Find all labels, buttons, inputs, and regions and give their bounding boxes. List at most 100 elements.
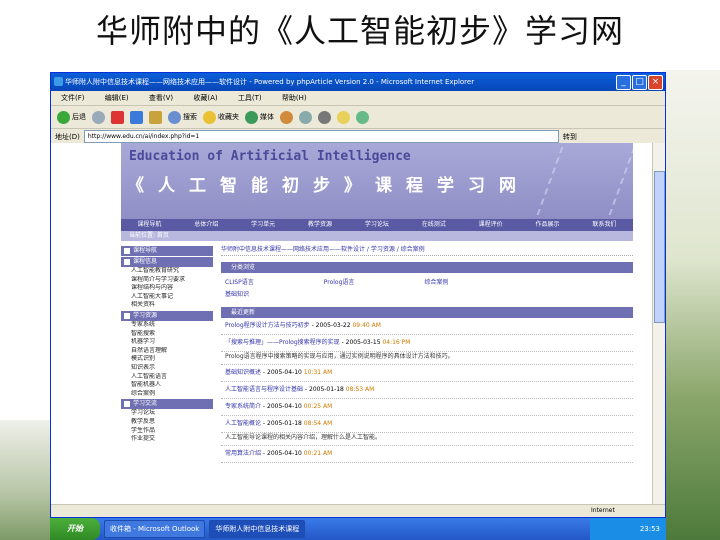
update-time: 00:25 AM: [303, 403, 333, 410]
site-banner: Education of Artificial Intelligence 《人工…: [121, 143, 633, 219]
maximize-icon[interactable]: □: [632, 75, 647, 90]
update-link[interactable]: 「搜索与推理」——Prolog搜索程序的实现: [225, 339, 340, 346]
category-link[interactable]: 综合案例: [424, 277, 448, 286]
update-row: 常用算法介绍 - 2005-04-10 00:21 AM: [221, 446, 633, 463]
category-link[interactable]: CLISP语言: [225, 277, 254, 286]
nav-item[interactable]: 学习单元: [251, 219, 275, 231]
back-button[interactable]: 后退: [57, 110, 86, 124]
update-time: 08:54 AM: [303, 420, 333, 427]
sidebar-item[interactable]: 智能搜索: [121, 330, 213, 339]
sidebar-item[interactable]: 自然语言理解: [121, 347, 213, 356]
nav-item[interactable]: 总体介绍: [194, 219, 218, 231]
sidebar-item[interactable]: 教学反思: [121, 418, 213, 427]
scrollbar-thumb[interactable]: [654, 171, 665, 323]
nav-item[interactable]: 课程评价: [479, 219, 503, 231]
minimize-icon[interactable]: _: [616, 75, 631, 90]
home-icon[interactable]: [149, 110, 162, 124]
messenger-icon[interactable]: [356, 110, 369, 124]
menu-favorites[interactable]: 收藏(A): [193, 94, 217, 102]
update-link[interactable]: 人工智能概论: [225, 420, 261, 427]
menu-file[interactable]: 文件(F): [61, 94, 85, 102]
update-row: 专家系统简介 - 2005-04-10 00:25 AM: [221, 399, 633, 416]
site-nav: 课程导航 总体介绍 学习单元 教学资源 学习论坛 在线测试 课程评价 作品展示 …: [121, 219, 633, 231]
history-icon[interactable]: [280, 110, 293, 124]
update-date: 2005-01-18: [267, 420, 302, 427]
sidebar-item[interactable]: 课程简介与学习要求: [121, 276, 213, 285]
sidebar-section-head[interactable]: 学习资源: [121, 310, 213, 321]
vertical-scrollbar[interactable]: [652, 143, 665, 507]
forward-arrow-icon[interactable]: [92, 110, 105, 124]
dna-helix-icon: [536, 147, 633, 215]
sidebar-item[interactable]: 综合案例: [121, 390, 213, 399]
taskbar-item[interactable]: 收件箱 - Microsoft Outlook: [104, 520, 206, 538]
menu-help[interactable]: 帮助(H): [282, 94, 307, 102]
left-sidebar: 课程导航 课程信息 人工智能教育研究 课程简介与学习要求 课程结构与内容 人工智…: [121, 245, 213, 507]
go-button[interactable]: 转到: [563, 132, 577, 142]
address-input[interactable]: http://www.edu.cn/ai/index.php?id=1: [83, 130, 559, 143]
nav-item[interactable]: 作品展示: [536, 219, 560, 231]
main-breadcrumb[interactable]: 华师附中信息技术课程——网络技术应用——软件设计 / 学习资源 / 综合案例: [221, 245, 633, 256]
update-date: 2005-04-10: [267, 369, 302, 376]
sidebar-item[interactable]: 模式识别: [121, 355, 213, 364]
update-row: 人工智能概论 - 2005-01-18 08:54 AM: [221, 416, 633, 433]
update-time: 08:53 AM: [345, 386, 375, 393]
back-arrow-icon: [57, 110, 70, 124]
sidebar-section-head[interactable]: 课程信息: [121, 257, 213, 267]
sidebar-item[interactable]: 知识表示: [121, 364, 213, 373]
sidebar-item[interactable]: 专家系统: [121, 321, 213, 330]
sidebar-item[interactable]: 学生作品: [121, 427, 213, 436]
stop-icon[interactable]: [111, 110, 124, 124]
banner-chinese-title: 《人工智能初步》课程学习网: [127, 176, 530, 196]
nav-item[interactable]: 在线测试: [422, 219, 446, 231]
search-label: 搜索: [183, 113, 197, 121]
browser-window: 华师附人附中信息技术课程——网络技术应用——软件设计 - Powered by …: [50, 72, 666, 518]
status-bar: Internet: [51, 504, 665, 517]
site-breadcrumb: 当前位置: 首页: [121, 231, 633, 241]
main-column: 华师附中信息技术课程——网络技术应用——软件设计 / 学习资源 / 综合案例 分…: [221, 245, 633, 507]
close-icon[interactable]: ×: [648, 75, 663, 90]
nav-item[interactable]: 教学资源: [308, 219, 332, 231]
sidebar-item[interactable]: 相关资料: [121, 301, 213, 310]
sidebar-item[interactable]: 人工智能大事记: [121, 293, 213, 302]
sidebar-item[interactable]: 智能机器人: [121, 381, 213, 390]
update-link[interactable]: 人工智能语言与程序设计基础: [225, 386, 303, 393]
sidebar-item[interactable]: 机器学习: [121, 338, 213, 347]
sidebar-item[interactable]: 课程结构与内容: [121, 284, 213, 293]
search-button[interactable]: 搜索: [168, 110, 197, 124]
update-link[interactable]: 基础知识概述: [225, 369, 261, 376]
toolbar: 后退 搜索 收藏夹 媒体: [51, 106, 665, 129]
window-title: 华师附人附中信息技术课程——网络技术应用——软件设计 - Powered by …: [65, 78, 475, 86]
update-row: 基础知识概述 - 2005-04-10 10:31 AM: [221, 365, 633, 382]
nav-item[interactable]: 学习论坛: [365, 219, 389, 231]
category-link[interactable]: 基础知识: [221, 286, 633, 301]
updates-panel-head: 最近更新: [221, 307, 633, 318]
window-titlebar[interactable]: 华师附人附中信息技术课程——网络技术应用——软件设计 - Powered by …: [51, 73, 665, 91]
menu-tools[interactable]: 工具(T): [238, 94, 262, 102]
sidebar-section-head[interactable]: 课程导航: [121, 246, 213, 256]
search-icon: [168, 110, 181, 124]
media-button[interactable]: 媒体: [245, 110, 274, 124]
sidebar-item[interactable]: 人工智能语言: [121, 373, 213, 382]
favorites-button[interactable]: 收藏夹: [203, 110, 239, 124]
start-button[interactable]: 开始: [50, 518, 100, 540]
sidebar-item[interactable]: 学习论坛: [121, 409, 213, 418]
update-date: 2005-04-10: [267, 450, 302, 457]
refresh-icon[interactable]: [130, 110, 143, 124]
update-link[interactable]: Prolog程序设计方法与技巧初步: [225, 322, 310, 329]
update-link[interactable]: 常用算法介绍: [225, 450, 261, 457]
ie-icon: [54, 77, 63, 86]
category-link[interactable]: Prolog语言: [324, 277, 355, 286]
update-date: 2005-01-18: [309, 386, 344, 393]
sidebar-section-head[interactable]: 学习交流: [121, 399, 213, 410]
nav-item[interactable]: 课程导航: [137, 219, 161, 231]
sidebar-item[interactable]: 人工智能教育研究: [121, 267, 213, 276]
taskbar-item-active[interactable]: 华师附人附中信息技术课程: [209, 520, 306, 538]
print-icon[interactable]: [318, 110, 331, 124]
update-link[interactable]: 专家系统简介: [225, 403, 261, 410]
menu-view[interactable]: 查看(V): [149, 94, 173, 102]
folder-icon[interactable]: [337, 110, 350, 124]
menu-edit[interactable]: 编辑(E): [105, 94, 129, 102]
sidebar-item[interactable]: 作业提交: [121, 435, 213, 444]
nav-item[interactable]: 联系我们: [592, 219, 616, 231]
mail-icon[interactable]: [299, 110, 312, 124]
